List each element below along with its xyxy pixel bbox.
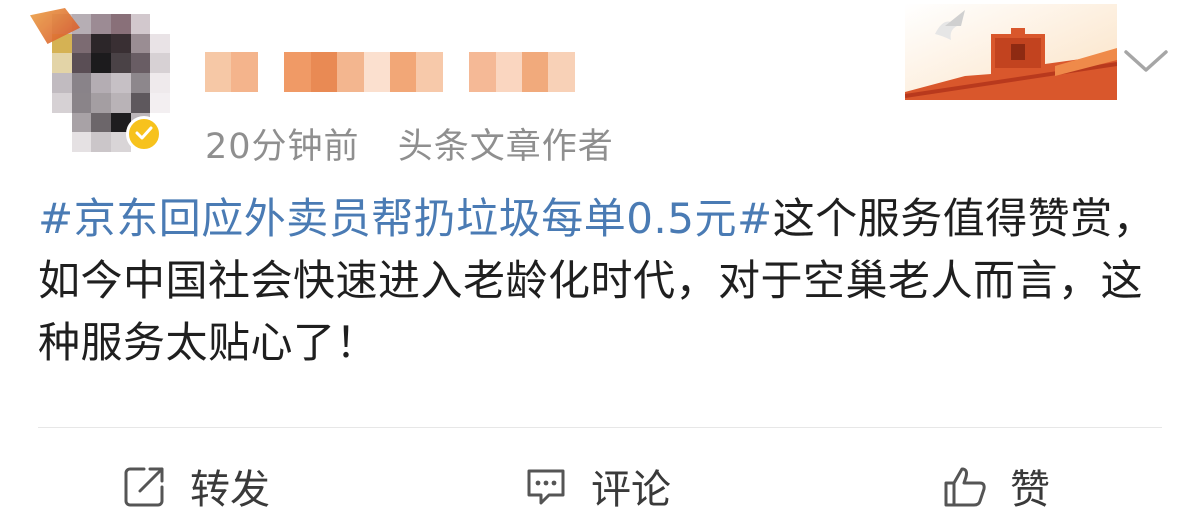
great-wall-decoration bbox=[905, 4, 1117, 100]
comment-icon bbox=[527, 469, 565, 505]
comment-button[interactable]: 评论 bbox=[523, 458, 671, 514]
post-content: #京东回应外卖员帮扔垃圾每单0.5元#这个服务值得赞赏，如今中国社会快速进入老龄… bbox=[38, 188, 1168, 374]
thumbs-up-icon bbox=[944, 467, 986, 507]
timestamp: 20分钟前 bbox=[205, 127, 360, 167]
divider bbox=[38, 427, 1162, 428]
repost-icon bbox=[124, 467, 164, 507]
like-button[interactable]: 赞 bbox=[942, 458, 1050, 514]
verified-badge-icon bbox=[126, 116, 162, 152]
username[interactable] bbox=[205, 52, 575, 92]
like-label: 赞 bbox=[1010, 467, 1050, 513]
topic-link[interactable]: #京东回应外卖员帮扔垃圾每单0.5元# bbox=[38, 194, 773, 243]
post-source: 头条文章作者 bbox=[397, 127, 614, 167]
repost-label: 转发 bbox=[190, 467, 270, 513]
post-meta: 20分钟前 头条文章作者 bbox=[205, 118, 640, 169]
repost-button[interactable]: 转发 bbox=[122, 458, 270, 514]
chevron-down-icon[interactable] bbox=[1122, 46, 1170, 76]
comment-label: 评论 bbox=[591, 467, 671, 513]
